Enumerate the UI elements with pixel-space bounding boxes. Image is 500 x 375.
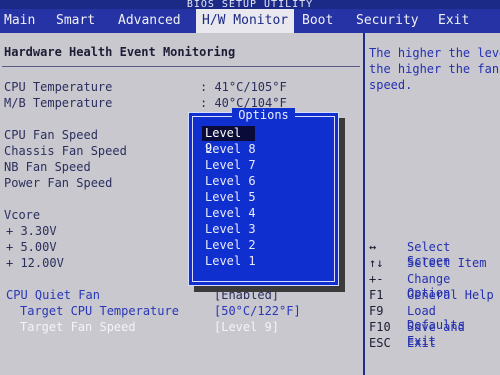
section-title: Hardware Health Event Monitoring bbox=[4, 45, 236, 59]
option-level-9[interactable]: Level 9 bbox=[202, 126, 255, 155]
option-level-7[interactable]: Level 7 bbox=[202, 158, 325, 173]
option-level-4[interactable]: Level 4 bbox=[202, 206, 325, 221]
options-title-text: Options bbox=[232, 108, 295, 122]
voltage-3v3-label: + 3.30V bbox=[6, 224, 57, 238]
option-level-1[interactable]: Level 1 bbox=[202, 254, 325, 269]
mb-temperature-label: M/B Temperature bbox=[4, 96, 113, 110]
menu-security[interactable]: Security bbox=[356, 9, 419, 33]
key-desc-exit: Exit bbox=[407, 336, 436, 350]
menu-boot[interactable]: Boot bbox=[302, 9, 333, 33]
menu-main[interactable]: Main bbox=[4, 9, 35, 33]
section-divider bbox=[2, 66, 360, 67]
key-desc-select-item: Select Item bbox=[407, 256, 487, 270]
target-fan-speed-label[interactable]: Target Fan Speed bbox=[20, 320, 136, 334]
nb-fan-speed-label: NB Fan Speed bbox=[4, 160, 91, 174]
cpu-temperature-label: CPU Temperature bbox=[4, 80, 113, 94]
key-arrows-lr: ↔ bbox=[369, 240, 377, 254]
menu-hw-monitor[interactable]: H/W Monitor bbox=[196, 9, 295, 33]
voltage-12v-label: + 12.00V bbox=[6, 256, 64, 270]
help-line-2: the higher the fan bbox=[369, 62, 500, 76]
option-level-2[interactable]: Level 2 bbox=[202, 238, 325, 253]
options-popup-frame: Options Level 9 Level 8 Level 7 Level 6 … bbox=[192, 108, 335, 282]
menu-bar: Main Smart Advanced H/W Monitor Boot Sec… bbox=[0, 9, 500, 33]
help-panel: The higher the leve the higher the fan s… bbox=[365, 33, 500, 375]
power-fan-speed-label: Power Fan Speed bbox=[4, 176, 113, 190]
key-f10: F10 bbox=[369, 320, 391, 334]
cpu-quiet-fan-label[interactable]: CPU Quiet Fan bbox=[6, 288, 100, 302]
cpu-fan-speed-label: CPU Fan Speed bbox=[4, 128, 98, 142]
help-line-3: speed. bbox=[369, 78, 413, 92]
option-level-3[interactable]: Level 3 bbox=[202, 222, 325, 237]
option-level-5[interactable]: Level 5 bbox=[202, 190, 325, 205]
option-level-6[interactable]: Level 6 bbox=[202, 174, 325, 189]
key-plus-minus: +- bbox=[369, 272, 384, 286]
target-cpu-temperature-value[interactable]: [50°C/122°F] bbox=[214, 304, 301, 318]
cpu-quiet-fan-value[interactable]: [Enabled] bbox=[214, 288, 279, 302]
key-f1: F1 bbox=[369, 288, 384, 302]
menu-smart[interactable]: Smart bbox=[56, 9, 95, 33]
key-f9: F9 bbox=[369, 304, 384, 318]
voltage-5v-label: + 5.00V bbox=[6, 240, 57, 254]
chassis-fan-speed-label: Chassis Fan Speed bbox=[4, 144, 127, 158]
bios-title: BIOS SETUP UTILITY bbox=[0, 0, 500, 10]
target-cpu-temperature-label[interactable]: Target CPU Temperature bbox=[20, 304, 179, 318]
options-popup: Options Level 9 Level 8 Level 7 Level 6 … bbox=[188, 108, 339, 286]
options-popup-title: Options bbox=[193, 108, 334, 122]
key-arrows-ud: ↑↓ bbox=[369, 256, 384, 270]
option-level-8[interactable]: Level 8 bbox=[202, 142, 325, 157]
key-esc: ESC bbox=[369, 336, 391, 350]
vcore-label: Vcore bbox=[4, 208, 41, 222]
menu-advanced[interactable]: Advanced bbox=[118, 9, 181, 33]
menu-exit[interactable]: Exit bbox=[438, 9, 469, 33]
key-desc-general-help: General Help bbox=[407, 288, 494, 302]
cpu-temperature-value: : 41°C/105°F bbox=[200, 80, 287, 94]
help-line-1: The higher the leve bbox=[369, 46, 500, 60]
target-fan-speed-value[interactable]: [Level 9] bbox=[214, 320, 279, 334]
